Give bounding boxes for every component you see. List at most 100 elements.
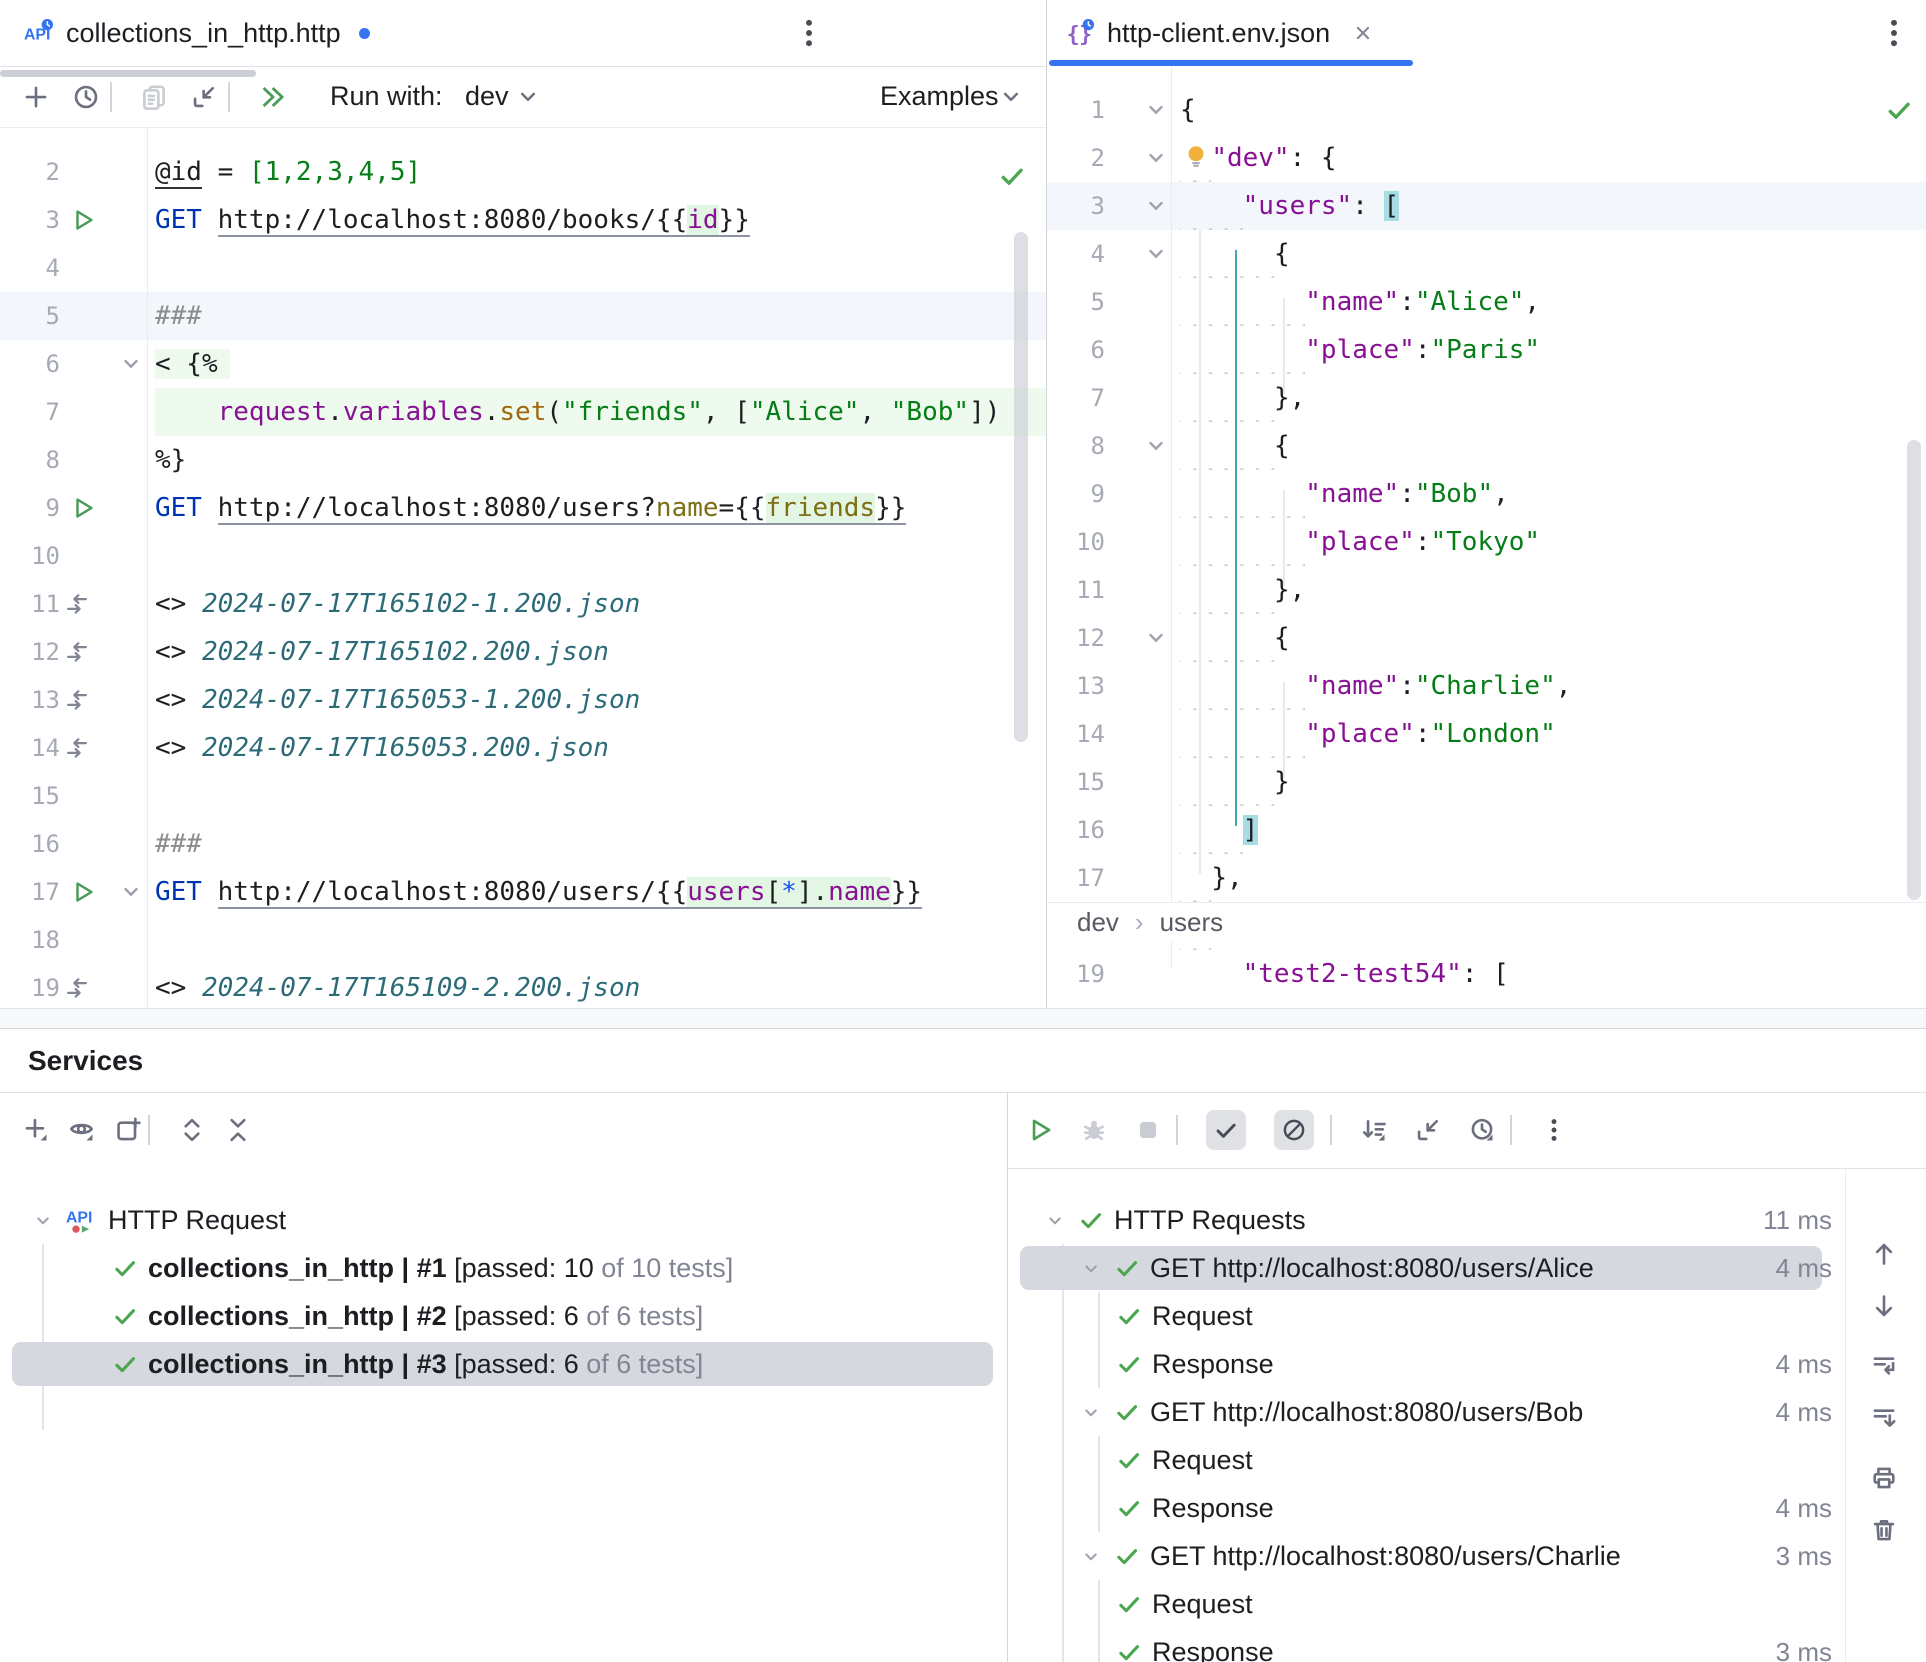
code-line[interactable]: 6< {% — [0, 340, 1046, 388]
code-line[interactable]: 17GET http://localhost:8080/users/{{user… — [0, 868, 1046, 916]
chevron-down-icon[interactable] — [32, 1210, 54, 1232]
code-line[interactable]: 5### — [0, 292, 1046, 340]
tab-collections-in-http[interactable]: API collections_in_http.http — [14, 0, 380, 66]
history-icon[interactable] — [72, 83, 100, 111]
fold-chevron-icon[interactable] — [118, 879, 144, 905]
editor-scrollbar[interactable] — [1014, 232, 1028, 742]
code-line[interactable]: 14"place":"London" — [1047, 710, 1926, 758]
code-line[interactable]: 16] — [1047, 806, 1926, 854]
test-node-row[interactable]: GET http://localhost:8080/users/Bob4 ms — [1008, 1388, 1846, 1436]
env-select[interactable]: dev — [465, 66, 509, 127]
code-line[interactable]: 3GET http://localhost:8080/books/{{id}} — [0, 196, 1046, 244]
request-response-icon[interactable] — [64, 735, 90, 761]
preview-dropdown-icon[interactable] — [68, 1116, 96, 1144]
code-line[interactable]: 1{ — [1047, 86, 1926, 134]
run-all-icon[interactable] — [258, 83, 286, 111]
fold-chevron-icon[interactable] — [1143, 433, 1169, 459]
request-response-icon[interactable] — [64, 639, 90, 665]
request-response-icon[interactable] — [64, 687, 90, 713]
code-line[interactable]: 15 — [0, 772, 1046, 820]
run-item-row[interactable]: collections_in_http | #3 [passed: 6 of 6… — [0, 1340, 1007, 1388]
chevron-down-icon[interactable] — [1080, 1258, 1102, 1280]
code-line[interactable]: 17}, — [1047, 854, 1926, 902]
code-line[interactable]: 2@id = [1,2,3,4,5] — [0, 148, 1046, 196]
history-dropdown-icon[interactable] — [1468, 1116, 1496, 1144]
code-line[interactable]: 6"place":"Paris" — [1047, 326, 1926, 374]
inspections-ok-icon[interactable] — [1885, 96, 1913, 124]
import-tests-icon[interactable] — [1414, 1116, 1442, 1144]
tab-more-icon[interactable] — [792, 16, 826, 50]
json-editor[interactable]: 1{2"dev": {3"users": [4{5"name":"Alice",… — [1047, 66, 1926, 988]
show-passed-button[interactable] — [1206, 1110, 1246, 1150]
import-icon[interactable] — [190, 83, 218, 111]
editor-scrollbar[interactable] — [1907, 440, 1921, 900]
fold-chevron-icon[interactable] — [1143, 193, 1169, 219]
request-detail-row[interactable]: Response4 ms — [1008, 1340, 1846, 1388]
breadcrumb-item-dev[interactable]: dev — [1077, 907, 1119, 938]
trash-icon[interactable] — [1870, 1516, 1898, 1544]
request-detail-row[interactable]: Request — [1008, 1580, 1846, 1628]
code-line[interactable]: 16### — [0, 820, 1046, 868]
code-line[interactable]: 5"name":"Alice", — [1047, 278, 1926, 326]
add-dropdown-icon[interactable] — [22, 1116, 50, 1144]
sort-by-duration-icon[interactable] — [1360, 1116, 1388, 1144]
show-ignored-button[interactable] — [1274, 1110, 1314, 1150]
test-node-row[interactable]: HTTP Requests11 ms — [1008, 1196, 1846, 1244]
code-line[interactable]: 2"dev": { — [1047, 134, 1926, 182]
test-results-tree[interactable]: HTTP Requests11 msGET http://localhost:8… — [1008, 1168, 1846, 1662]
code-line[interactable]: 11}, — [1047, 566, 1926, 614]
tab-http-client-env-json[interactable]: {} http-client.env.json — [1055, 0, 1384, 66]
request-response-icon[interactable] — [64, 591, 90, 617]
code-line[interactable]: 12{ — [1047, 614, 1926, 662]
run-request-icon[interactable] — [70, 207, 96, 233]
run-request-icon[interactable] — [70, 879, 96, 905]
code-line[interactable]: 4 — [0, 244, 1046, 292]
code-line[interactable]: 3"users": [ — [1047, 182, 1926, 230]
chevron-down-icon[interactable] — [1080, 1546, 1102, 1568]
expand-all-icon[interactable] — [178, 1116, 206, 1144]
run-item-row[interactable]: collections_in_http | #1 [passed: 10 of … — [0, 1244, 1007, 1292]
fold-chevron-icon[interactable] — [1143, 625, 1169, 651]
inspections-ok-icon[interactable] — [998, 162, 1026, 190]
fold-chevron-icon[interactable] — [1143, 241, 1169, 267]
code-line[interactable]: 8%} — [0, 436, 1046, 484]
request-detail-row[interactable]: Response3 ms — [1008, 1628, 1846, 1662]
services-run-configurations-tree[interactable]: APIHTTP Requestcollections_in_http | #1 … — [0, 1168, 1007, 1662]
request-detail-row[interactable]: Request — [1008, 1292, 1846, 1340]
editor-services-splitter[interactable] — [0, 1008, 1926, 1028]
printer-icon[interactable] — [1870, 1464, 1898, 1492]
code-line[interactable]: 7}, — [1047, 374, 1926, 422]
code-line[interactable]: 10"place":"Tokyo" — [1047, 518, 1926, 566]
close-tab-icon[interactable] — [1352, 22, 1374, 44]
chevron-down-icon[interactable] — [1080, 1402, 1102, 1424]
run-item-row[interactable]: collections_in_http | #2 [passed: 6 of 6… — [0, 1292, 1007, 1340]
code-line[interactable]: 12<> 2024-07-17T165102.200.json — [0, 628, 1046, 676]
request-detail-row[interactable]: Response4 ms — [1008, 1484, 1846, 1532]
code-line[interactable]: 14<> 2024-07-17T165053.200.json — [0, 724, 1046, 772]
add-icon[interactable] — [22, 83, 50, 111]
breadcrumb-item-users[interactable]: users — [1160, 907, 1224, 938]
code-line[interactable]: 18 — [0, 916, 1046, 964]
run-request-icon[interactable] — [70, 495, 96, 521]
code-line[interactable]: 19<> 2024-07-17T165109-2.200.json — [0, 964, 1046, 1008]
chevron-down-icon[interactable] — [1044, 1210, 1066, 1232]
chevron-down-icon[interactable] — [998, 84, 1024, 110]
request-response-icon[interactable] — [64, 975, 90, 1001]
code-line[interactable]: 7 request.variables.set("friends", ["Ali… — [0, 388, 1046, 436]
examples-menu[interactable]: Examples — [880, 66, 999, 127]
scroll-to-end-icon[interactable] — [1870, 1404, 1898, 1432]
more-icon[interactable] — [1540, 1116, 1568, 1144]
test-node-row[interactable]: GET http://localhost:8080/users/Alice4 m… — [1008, 1244, 1846, 1292]
code-line[interactable]: 10 — [0, 532, 1046, 580]
code-line[interactable]: 13<> 2024-07-17T165053-1.200.json — [0, 676, 1046, 724]
tab-more-icon[interactable] — [1877, 16, 1911, 50]
code-line[interactable]: 13"name":"Charlie", — [1047, 662, 1926, 710]
fold-chevron-icon[interactable] — [1143, 97, 1169, 123]
fold-chevron-icon[interactable] — [118, 351, 144, 377]
chevron-down-icon[interactable] — [515, 84, 541, 110]
collapse-all-icon[interactable] — [224, 1116, 252, 1144]
play-icon[interactable] — [1026, 1116, 1054, 1144]
http-editor[interactable]: 2@id = [1,2,3,4,5]3GET http://localhost:… — [0, 128, 1046, 1008]
test-node-row[interactable]: GET http://localhost:8080/users/Charlie3… — [1008, 1532, 1846, 1580]
code-line[interactable]: 19"test2-test54": [ — [1047, 950, 1926, 988]
